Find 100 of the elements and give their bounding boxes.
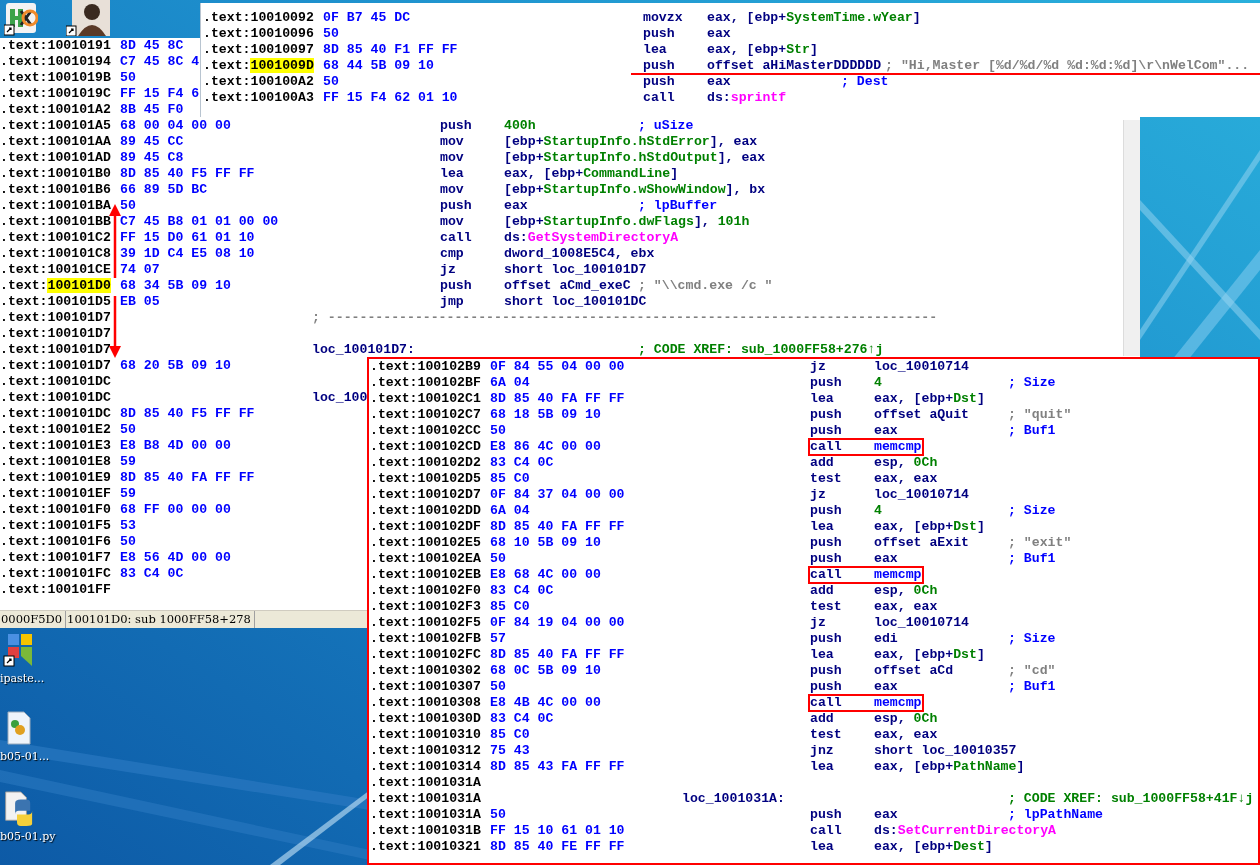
mnemonic: cmp bbox=[440, 246, 464, 261]
comment: ; Buf1 bbox=[1007, 679, 1056, 695]
byte-codes: 0F 84 37 04 00 00 bbox=[490, 487, 625, 502]
mnemonic: jz bbox=[810, 359, 826, 374]
mnemonic: push bbox=[810, 375, 842, 390]
comment: ; "exit" bbox=[1007, 535, 1072, 551]
byte-codes: 83 C4 0C bbox=[490, 455, 554, 470]
person-icon[interactable] bbox=[66, 0, 110, 36]
byte-codes: 0F 84 19 04 00 00 bbox=[490, 615, 625, 630]
address: .text:100101F6 bbox=[0, 534, 112, 550]
scrollbar[interactable] bbox=[1123, 120, 1140, 356]
address: .text:100101C2 bbox=[0, 230, 112, 246]
tiles-icon[interactable] bbox=[0, 632, 34, 668]
operand: eax, eax bbox=[874, 471, 938, 486]
address: .text:1001031A bbox=[370, 791, 482, 807]
address: .text:100102D2 bbox=[370, 455, 482, 471]
address: .text:100101DC bbox=[0, 390, 112, 406]
address: .text:100102DD bbox=[370, 503, 482, 519]
address: .text:100101BB bbox=[0, 214, 112, 230]
mnemonic: lea bbox=[643, 42, 667, 57]
address: .text:100101DC bbox=[0, 374, 112, 390]
byte-codes: 66 89 5D BC bbox=[120, 182, 208, 197]
operand: eax, [ebp+Dest] bbox=[874, 839, 993, 854]
byte-codes: 8D 85 40 FA FF FF bbox=[490, 519, 625, 534]
byte-codes: 8B 45 F0 bbox=[120, 102, 184, 117]
operand: ds:sprintf bbox=[707, 90, 787, 105]
address: .text:10010307 bbox=[370, 679, 482, 695]
operand: eax bbox=[874, 679, 898, 694]
operand: offset aCd bbox=[874, 663, 954, 678]
mnemonic: movzx bbox=[643, 10, 683, 25]
address: .text:10010302 bbox=[370, 663, 482, 679]
byte-codes: E8 B8 4D 00 00 bbox=[120, 438, 231, 453]
comment: ; Dest bbox=[840, 74, 889, 90]
mnemonic: push bbox=[440, 118, 472, 133]
hex-editor-icon[interactable] bbox=[4, 0, 38, 36]
operand: offset aHiMasterDDDDDD bbox=[707, 58, 882, 73]
operand: short loc_100101D7 bbox=[504, 262, 647, 277]
comment: ; Size bbox=[1007, 503, 1056, 519]
byte-codes: 53 bbox=[120, 518, 136, 533]
mnemonic: push bbox=[810, 807, 842, 822]
operand: eax, [ebp+Dst] bbox=[874, 391, 985, 406]
icon-label[interactable]: ipaste... bbox=[0, 672, 45, 685]
byte-codes: 50 bbox=[120, 422, 136, 437]
address: .text:100101CE bbox=[0, 262, 112, 278]
operand: offset aExit bbox=[874, 535, 969, 550]
mnemonic: call bbox=[810, 567, 842, 582]
address: .text:100101A5 bbox=[0, 118, 112, 134]
mnemonic: push bbox=[643, 58, 675, 73]
operand: loc_10010714 bbox=[874, 487, 969, 502]
byte-codes: FF 15 D0 61 01 10 bbox=[120, 230, 255, 245]
mnemonic: push bbox=[643, 26, 675, 41]
mnemonic: push bbox=[810, 631, 842, 646]
mnemonic: lea bbox=[440, 166, 464, 181]
address: .text:100101D7 bbox=[0, 342, 112, 358]
address: .text:100101E2 bbox=[0, 422, 112, 438]
icon-label[interactable]: b05-01... bbox=[0, 750, 50, 763]
operand: eax, [ebp+SystemTime.wYear] bbox=[707, 10, 921, 25]
operand: eax bbox=[874, 551, 898, 566]
operand: edi bbox=[874, 631, 898, 646]
address: .text:100102DF bbox=[370, 519, 482, 535]
operand: eax, eax bbox=[874, 599, 938, 614]
operand: memcmp bbox=[874, 695, 922, 710]
address: .text:100102EA bbox=[370, 551, 482, 567]
byte-codes: 6A 04 bbox=[490, 503, 530, 518]
mnemonic: test bbox=[810, 599, 842, 614]
byte-codes: E8 56 4D 00 00 bbox=[120, 550, 231, 565]
label: loc_100 bbox=[312, 390, 368, 405]
operand: eax, [ebp+PathName] bbox=[874, 759, 1025, 774]
mnemonic: push bbox=[810, 407, 842, 422]
address: .text:10010310 bbox=[370, 727, 482, 743]
comment: ; lpPathName bbox=[1007, 807, 1103, 823]
arrow bbox=[109, 296, 121, 358]
address: .text:100101E9 bbox=[0, 470, 112, 486]
address: .text:100102B9 bbox=[370, 359, 482, 375]
comment: ; Size bbox=[1007, 375, 1056, 391]
operand: eax, [ebp+Dst] bbox=[874, 519, 985, 534]
byte-codes: 68 0C 5B 09 10 bbox=[490, 663, 601, 678]
mnemonic: test bbox=[810, 471, 842, 486]
byte-codes: E8 86 4C 00 00 bbox=[490, 439, 601, 454]
address: .text:10010092 bbox=[203, 10, 315, 26]
icon-label[interactable]: b05-01.py bbox=[0, 830, 56, 843]
byte-codes: 8D 85 40 FA FF FF bbox=[490, 391, 625, 406]
byte-codes: 57 bbox=[490, 631, 506, 646]
address: .text:100102FC bbox=[370, 647, 482, 663]
byte-codes: 59 bbox=[120, 454, 136, 469]
mnemonic: lea bbox=[810, 839, 834, 854]
address: .text:100101FC bbox=[0, 566, 112, 582]
address: .text:100102BF bbox=[370, 375, 482, 391]
byte-codes: 83 C4 0C bbox=[490, 583, 554, 598]
operand: eax, eax bbox=[874, 727, 938, 742]
byte-codes: 50 bbox=[120, 534, 136, 549]
byte-codes: 68 34 5B 09 10 bbox=[120, 278, 231, 293]
comment: ; Buf1 bbox=[1007, 423, 1056, 439]
address: .text:10010096 bbox=[203, 26, 315, 42]
mnemonic: mov bbox=[440, 214, 464, 229]
address: .text:100102CC bbox=[370, 423, 482, 439]
operand: eax, [ebp+Str] bbox=[707, 42, 818, 57]
byte-codes: 8D 85 40 FA FF FF bbox=[490, 647, 625, 662]
address: .text:100101EF bbox=[0, 486, 112, 502]
byte-codes: 85 C0 bbox=[490, 727, 530, 742]
